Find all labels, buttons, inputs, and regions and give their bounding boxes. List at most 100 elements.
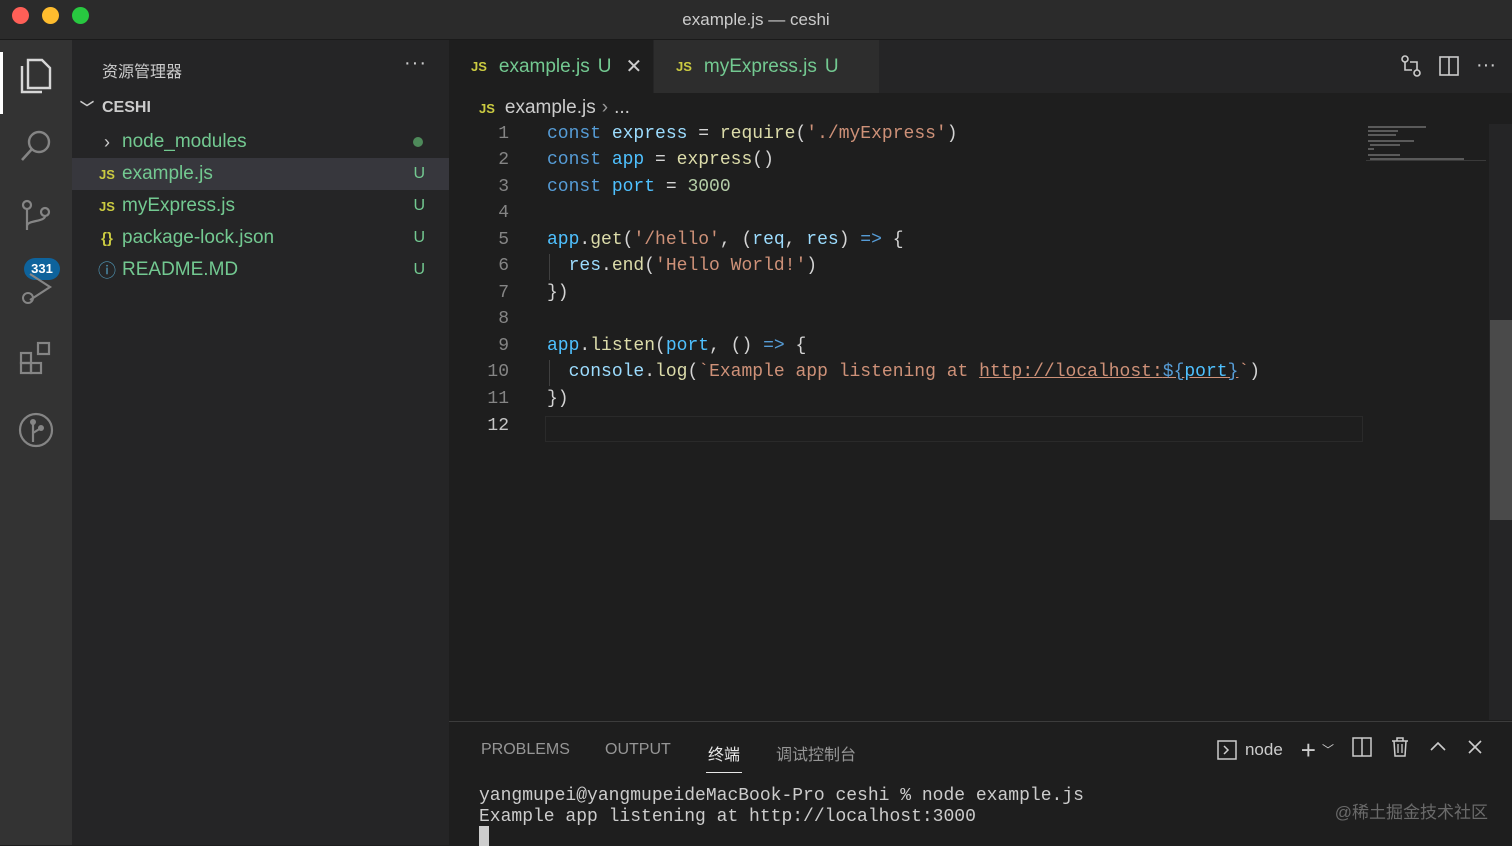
file-name: myExpress.js bbox=[122, 195, 235, 216]
code-text: console.log(`Example app listening at ht… bbox=[568, 362, 1261, 382]
tab-example-js[interactable]: JS example.js U ✕ bbox=[449, 40, 653, 93]
code-text: app.listen(port, () => { bbox=[547, 336, 807, 356]
line-number: 2 bbox=[498, 150, 509, 170]
close-panel-icon[interactable] bbox=[1466, 738, 1484, 761]
breadcrumb-symbols[interactable]: ... bbox=[614, 97, 630, 119]
line-number: 3 bbox=[498, 177, 509, 197]
tree-item-readme[interactable]: ⓘ README.MD U bbox=[72, 254, 449, 286]
code-line: 5 app.get('/hello', (req, res) => { bbox=[449, 230, 1489, 256]
tab-label: myExpress.js bbox=[703, 55, 817, 77]
chevron-right-icon: › bbox=[104, 131, 110, 152]
code-editor[interactable]: 1 const express = require('./myExpress')… bbox=[449, 124, 1489, 720]
split-terminal-icon[interactable] bbox=[1352, 737, 1372, 762]
line-number: 1 bbox=[498, 124, 509, 144]
minimap[interactable] bbox=[1366, 124, 1486, 164]
line-number: 9 bbox=[498, 336, 509, 356]
window-title: example.js — ceshi bbox=[682, 10, 830, 29]
code-line: 6 res.end('Hello World!') bbox=[449, 256, 1489, 282]
js-file-icon: JS bbox=[471, 59, 487, 74]
terminal-selector[interactable]: node bbox=[1217, 739, 1283, 761]
line-number: 7 bbox=[498, 283, 509, 303]
activity-bar: 331 bbox=[0, 40, 72, 845]
files-icon[interactable] bbox=[14, 54, 58, 98]
tab-output[interactable]: OUTPUT bbox=[605, 741, 671, 759]
code-line: 3 const port = 3000 bbox=[449, 177, 1489, 203]
tree-item-package-lock[interactable]: {} package-lock.json U bbox=[72, 222, 449, 254]
chevron-down-icon[interactable]: ﹀ bbox=[1322, 741, 1334, 758]
tab-myexpress-js[interactable]: JS myExpress.js U bbox=[654, 40, 879, 93]
js-file-icon: JS bbox=[99, 198, 115, 214]
explorer-title: 资源管理器 bbox=[102, 64, 183, 81]
info-file-icon: ⓘ bbox=[98, 261, 116, 281]
terminal-icon bbox=[1217, 739, 1237, 760]
code-text: app.get('/hello', (req, res) => { bbox=[547, 230, 904, 250]
trash-icon[interactable] bbox=[1390, 736, 1410, 763]
code-line: 2 const app = express() bbox=[449, 150, 1489, 176]
search-icon[interactable] bbox=[14, 124, 58, 168]
json-file-icon: {} bbox=[101, 229, 113, 247]
extensions-icon[interactable] bbox=[14, 336, 58, 380]
line-number: 4 bbox=[498, 203, 509, 223]
bottom-panel: PROBLEMS OUTPUT 终端 调试控制台 node + ﹀ yangmu… bbox=[449, 721, 1512, 846]
editor-tab-bar: JS example.js U ✕ JS myExpress.js U ··· bbox=[449, 40, 1512, 93]
line-number: 6 bbox=[498, 256, 509, 276]
code-text: const port = 3000 bbox=[547, 177, 731, 197]
active-tab-underline bbox=[706, 772, 742, 773]
code-line: 7 }) bbox=[449, 283, 1489, 309]
terminal-cursor bbox=[479, 826, 489, 846]
code-text: res.end('Hello World!') bbox=[568, 256, 818, 276]
code-line: 1 const express = require('./myExpress') bbox=[449, 124, 1489, 150]
editor-actions: ··· bbox=[1400, 54, 1496, 83]
terminal-line: Example app listening at http://localhos… bbox=[479, 807, 976, 827]
maximize-panel-icon[interactable] bbox=[1428, 737, 1448, 762]
breadcrumb-file[interactable]: example.js bbox=[505, 97, 596, 119]
title-bar: example.js — ceshi bbox=[0, 0, 1512, 40]
untracked-status: U bbox=[413, 261, 425, 278]
compare-changes-icon[interactable] bbox=[1400, 54, 1422, 83]
tree-item-myexpress-js[interactable]: JS myExpress.js U bbox=[72, 190, 449, 222]
breadcrumb: JS example.js › ... bbox=[479, 97, 630, 119]
tree-item-node-modules[interactable]: › node_modules bbox=[72, 126, 449, 158]
project-name: CESHI bbox=[102, 99, 151, 116]
tab-status: U bbox=[824, 55, 839, 77]
code-text: const express = require('./myExpress') bbox=[547, 124, 958, 144]
project-folder[interactable]: ﹀ CESHI bbox=[80, 98, 151, 118]
line-number: 11 bbox=[487, 389, 509, 409]
modified-dot-icon bbox=[413, 137, 423, 147]
file-name: node_modules bbox=[122, 131, 247, 152]
active-indicator bbox=[0, 52, 3, 114]
js-file-icon: JS bbox=[676, 59, 692, 74]
more-actions-icon[interactable]: ··· bbox=[404, 52, 427, 75]
close-icon[interactable]: ✕ bbox=[625, 54, 642, 79]
line-number: 5 bbox=[498, 230, 509, 250]
git-graph-icon[interactable] bbox=[14, 408, 58, 452]
tab-debug-console[interactable]: 调试控制台 bbox=[776, 741, 856, 765]
chevron-right-icon: › bbox=[601, 97, 609, 118]
tree-item-example-js[interactable]: JS example.js U bbox=[72, 158, 449, 190]
new-terminal-icon[interactable]: + bbox=[1301, 737, 1316, 763]
terminal-actions: node + ﹀ bbox=[1217, 736, 1484, 763]
editor-scrollbar-thumb[interactable] bbox=[1490, 320, 1512, 520]
tab-label: example.js bbox=[498, 55, 590, 77]
tab-problems[interactable]: PROBLEMS bbox=[481, 741, 570, 759]
code-text: }) bbox=[547, 283, 569, 303]
line-number: 12 bbox=[487, 416, 509, 436]
code-line: 10 console.log(`Example app listening at… bbox=[449, 362, 1489, 388]
split-editor-icon[interactable] bbox=[1438, 54, 1460, 83]
tab-status: U bbox=[597, 55, 612, 77]
code-text: const app = express() bbox=[547, 150, 774, 170]
file-name: example.js bbox=[122, 163, 213, 184]
run-debug-icon[interactable] bbox=[14, 266, 58, 310]
untracked-status: U bbox=[413, 165, 425, 182]
code-line: 12 bbox=[449, 416, 1489, 442]
watermark: @稀土掘金技术社区 bbox=[1334, 803, 1488, 822]
terminal-name: node bbox=[1244, 739, 1283, 759]
explorer-sidebar: 资源管理器 ··· ﹀ CESHI › node_modules JS exam… bbox=[72, 40, 449, 845]
code-text: }) bbox=[547, 389, 569, 409]
more-actions-icon[interactable]: ··· bbox=[1476, 54, 1496, 83]
line-number: 10 bbox=[487, 362, 509, 382]
untracked-status: U bbox=[413, 197, 425, 214]
tab-terminal[interactable]: 终端 bbox=[708, 741, 740, 765]
source-control-icon[interactable] bbox=[14, 194, 58, 238]
file-name: package-lock.json bbox=[122, 227, 275, 248]
